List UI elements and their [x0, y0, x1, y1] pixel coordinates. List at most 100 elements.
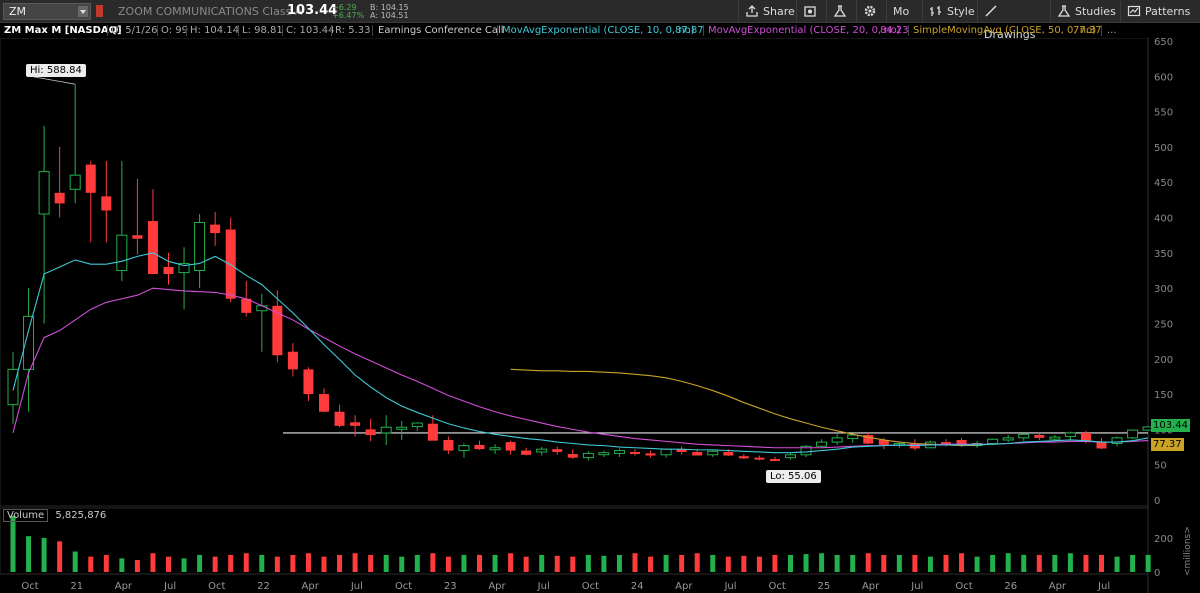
flag-icon[interactable]: [96, 5, 103, 17]
candle-body: [489, 447, 501, 451]
volume-bar: [274, 556, 280, 572]
x-tick-label: Oct: [769, 581, 786, 592]
y-tick-label: 200: [1154, 355, 1173, 366]
mode-button[interactable]: Mo: [886, 0, 922, 23]
x-tick-label: Apr: [115, 581, 133, 592]
candle-body: [645, 453, 656, 456]
chevron-down-icon[interactable]: [78, 6, 88, 17]
candle-body: [831, 437, 843, 443]
style-button[interactable]: Style: [922, 0, 977, 23]
candle-body: [256, 305, 268, 312]
company-name: ZOOM COMMUNICATIONS Class A: [118, 5, 303, 18]
volume-bar: [632, 553, 638, 572]
volume-bar: [865, 553, 871, 572]
candle-body: [303, 369, 314, 395]
high-marker-line: [28, 75, 76, 85]
share-button[interactable]: Share: [738, 0, 796, 23]
y-tick-label: 450: [1154, 178, 1173, 189]
candle-body: [411, 422, 423, 428]
volume-value: 5,825,876: [55, 510, 107, 521]
studies-label: Studies: [1075, 5, 1116, 18]
volume-bar: [88, 556, 94, 572]
more-studies[interactable]: ...: [1107, 23, 1117, 38]
ema10-line: [12, 252, 1149, 454]
x-tick-label: Oct: [955, 581, 972, 592]
volume-bar: [212, 556, 218, 572]
volume-bar: [1067, 553, 1073, 572]
candle-body: [147, 221, 158, 275]
volume-tick-label: 0: [1154, 568, 1160, 579]
drawings-button[interactable]: Drawings: [977, 0, 1050, 41]
volume-bar: [321, 556, 327, 572]
candle-body: [847, 434, 859, 440]
candle-body: [769, 459, 780, 462]
screenshot-button[interactable]: [796, 0, 826, 23]
ema20-label[interactable]: MovAvgExponential (CLOSE, 20, 0, no): [708, 23, 901, 38]
x-tick-label: Jul: [910, 581, 923, 592]
y-tick-label: 50: [1154, 461, 1167, 472]
volume-bar: [648, 556, 654, 572]
volume-bar: [990, 554, 996, 572]
flask-button[interactable]: [826, 0, 856, 23]
low-label: Lo: 55.06: [766, 470, 821, 483]
x-tick-label: Jul: [537, 581, 550, 592]
volume-bar: [1021, 554, 1027, 572]
volume-bar: [1083, 554, 1089, 572]
patterns-button[interactable]: Patterns: [1120, 0, 1200, 23]
candle-body: [163, 266, 174, 275]
candle-body: [69, 174, 81, 190]
volume-bar: [974, 556, 980, 572]
volume-bar: [554, 555, 560, 572]
candle-body: [380, 426, 392, 434]
candle-body: [334, 411, 345, 426]
volume-bar: [1130, 554, 1136, 572]
candle-body: [1064, 432, 1076, 437]
symbol-input[interactable]: ZM: [3, 3, 91, 20]
candle-body: [365, 429, 376, 436]
high-label: Hi: 588.84: [26, 64, 86, 77]
volume-bar: [103, 554, 109, 572]
settings-button[interactable]: [856, 0, 886, 23]
candle-body: [38, 171, 50, 215]
candle-body: [396, 426, 408, 430]
price-chart[interactable]: 0501001502002503003504004505005506006500…: [0, 38, 1200, 593]
candle-body: [987, 438, 999, 445]
x-tick-label: Apr: [862, 581, 880, 592]
volume-bar: [10, 515, 16, 572]
pencil-icon: [984, 2, 998, 17]
x-tick-label: Oct: [208, 581, 225, 592]
open-readout: O: 99: [161, 25, 188, 36]
volume-bar: [445, 556, 451, 572]
candle-body: [567, 454, 578, 458]
volume-bar: [430, 553, 436, 572]
candle-body: [1111, 437, 1123, 445]
volume-bar: [72, 551, 78, 572]
y-tick-label: 300: [1154, 284, 1173, 295]
volume-bar: [368, 554, 374, 572]
x-tick-label: 22: [257, 581, 270, 592]
y-tick-label: 350: [1154, 249, 1173, 260]
high-readout: H: 104.14: [190, 25, 240, 36]
last-price-tag: 103.44: [1151, 419, 1190, 432]
low-readout: L: 98.81: [242, 25, 283, 36]
earnings-study-label[interactable]: Earnings Conference Call: [378, 23, 504, 38]
top-toolbar: ZM ZOOM COMMUNICATIONS Class A 103.44 +6…: [0, 0, 1200, 41]
volume-bar: [399, 556, 405, 572]
volume-bar: [1145, 554, 1151, 572]
candle-body: [692, 451, 703, 456]
x-tick-label: Apr: [675, 581, 693, 592]
volume-bar: [788, 554, 793, 572]
sma50-label[interactable]: SimpleMovingAvg (CLOSE, 50, 0, no): [913, 23, 1096, 38]
ema10-value: 87.87: [675, 25, 704, 36]
volume-label: Volume: [3, 509, 49, 522]
candle-body: [474, 444, 485, 450]
studies-button[interactable]: Studies: [1050, 0, 1120, 23]
candle-body: [785, 454, 796, 459]
candle-body: [7, 368, 19, 406]
x-tick-label: Jul: [723, 581, 736, 592]
volume-bar: [228, 554, 234, 572]
last-price: 103.44: [287, 3, 338, 18]
volume-bar: [679, 554, 685, 572]
ema10-label[interactable]: MovAvgExponential (CLOSE, 10, 0, no): [502, 23, 695, 38]
candle-body: [210, 224, 221, 234]
